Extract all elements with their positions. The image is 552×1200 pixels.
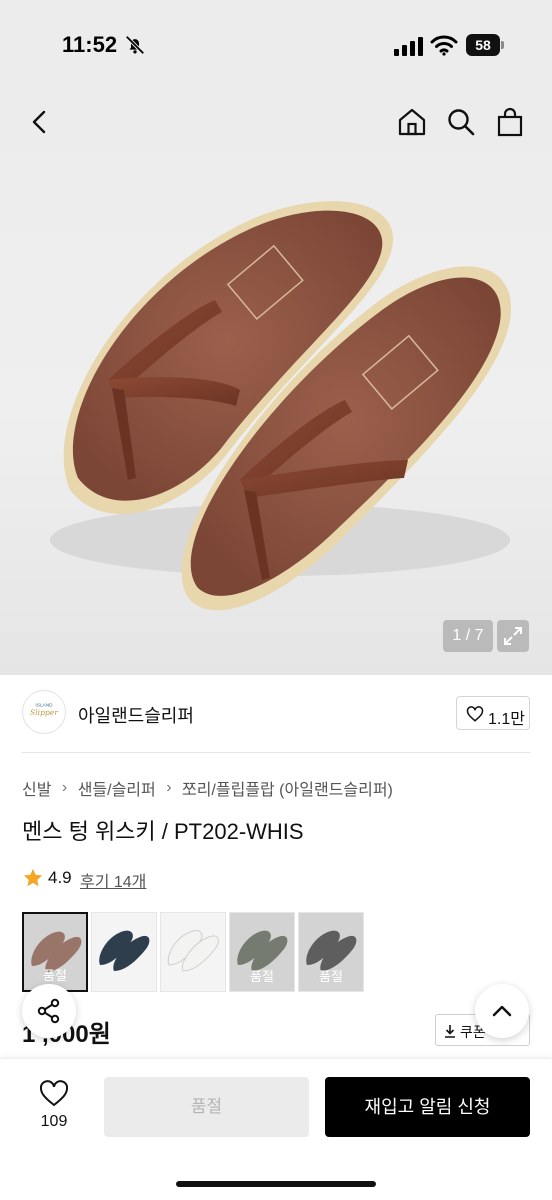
battery-level: 58 [466,34,500,56]
home-indicator [176,1181,376,1187]
share-icon [37,998,60,1024]
breadcrumb-item[interactable]: 샌들/슬리퍼 [78,776,156,800]
soldout-label: 품절 [43,968,67,983]
color-options: 품절 품절 품절 [22,912,382,992]
rating-value: 4.9 [48,868,72,887]
soldout-label: 품절 [250,969,274,984]
soldout-button: 품절 [104,1077,309,1137]
brand-like-count: 1.1만 [488,711,525,728]
product-image [50,201,511,611]
brand-row[interactable]: Slipper ISLAND 아일랜드슬리퍼 1.1만 [22,690,530,738]
restock-alert-button[interactable]: 재입고 알림 신청 [325,1077,530,1137]
back-arrow-icon[interactable] [26,108,54,136]
color-option[interactable]: 품절 [229,912,295,992]
wishlist-button[interactable]: 109 [22,1077,86,1139]
expand-icon[interactable] [497,620,529,652]
breadcrumb: 신발 › 샌들/슬리퍼 › 쪼리/플립플랍 (아일랜드슬리퍼) [22,776,393,800]
heart-icon [466,706,484,722]
breadcrumb-item[interactable]: 쪼리/플립플랍 (아일랜드슬리퍼) [182,776,393,800]
chevron-right-icon: › [166,779,172,796]
divider [22,752,530,753]
status-bar: 11:52 58 [0,0,552,90]
svg-text:ISLAND: ISLAND [35,702,53,708]
color-option[interactable]: 품절 [22,912,88,992]
sandal-thumbnail [167,930,219,972]
product-title: 멘스 텅 위스키 / PT202-WHIS [22,819,304,844]
sandal-thumbnail [99,930,150,971]
color-option[interactable]: 품절 [298,912,364,992]
breadcrumb-item[interactable]: 신발 [22,776,51,800]
brand-name[interactable]: 아일랜드슬리퍼 [78,702,194,728]
color-option[interactable] [91,912,157,992]
heart-icon [39,1080,69,1107]
soldout-label: 품절 [319,969,343,984]
home-icon[interactable] [396,106,428,138]
product-image-gallery[interactable]: 1 / 7 [0,90,552,675]
search-icon[interactable] [445,106,477,138]
shopping-bag-icon[interactable] [494,106,526,138]
download-icon [445,1025,455,1038]
battery-icon: 58 [466,34,504,56]
wifi-icon [430,35,458,56]
brand-like-button[interactable]: 1.1만 [456,696,530,730]
bottom-action-bar: 109 품절 재입고 알림 신청 [0,1058,552,1200]
signal-icon [394,37,423,56]
brand-logo[interactable]: Slipper ISLAND [22,690,66,734]
scroll-top-button[interactable] [475,984,529,1038]
chevron-up-icon [492,1005,512,1017]
review-link[interactable]: 후기 14개 [80,868,146,892]
status-time: 11:52 [62,32,118,57]
share-button[interactable] [22,984,76,1038]
color-option[interactable] [160,912,226,992]
star-icon [23,868,43,887]
image-counter: 1 / 7 [443,620,493,652]
wishlist-count: 109 [40,1113,68,1130]
chevron-right-icon: › [61,779,68,796]
svg-text:Slipper: Slipper [30,708,59,717]
bell-slash-icon [125,35,145,55]
